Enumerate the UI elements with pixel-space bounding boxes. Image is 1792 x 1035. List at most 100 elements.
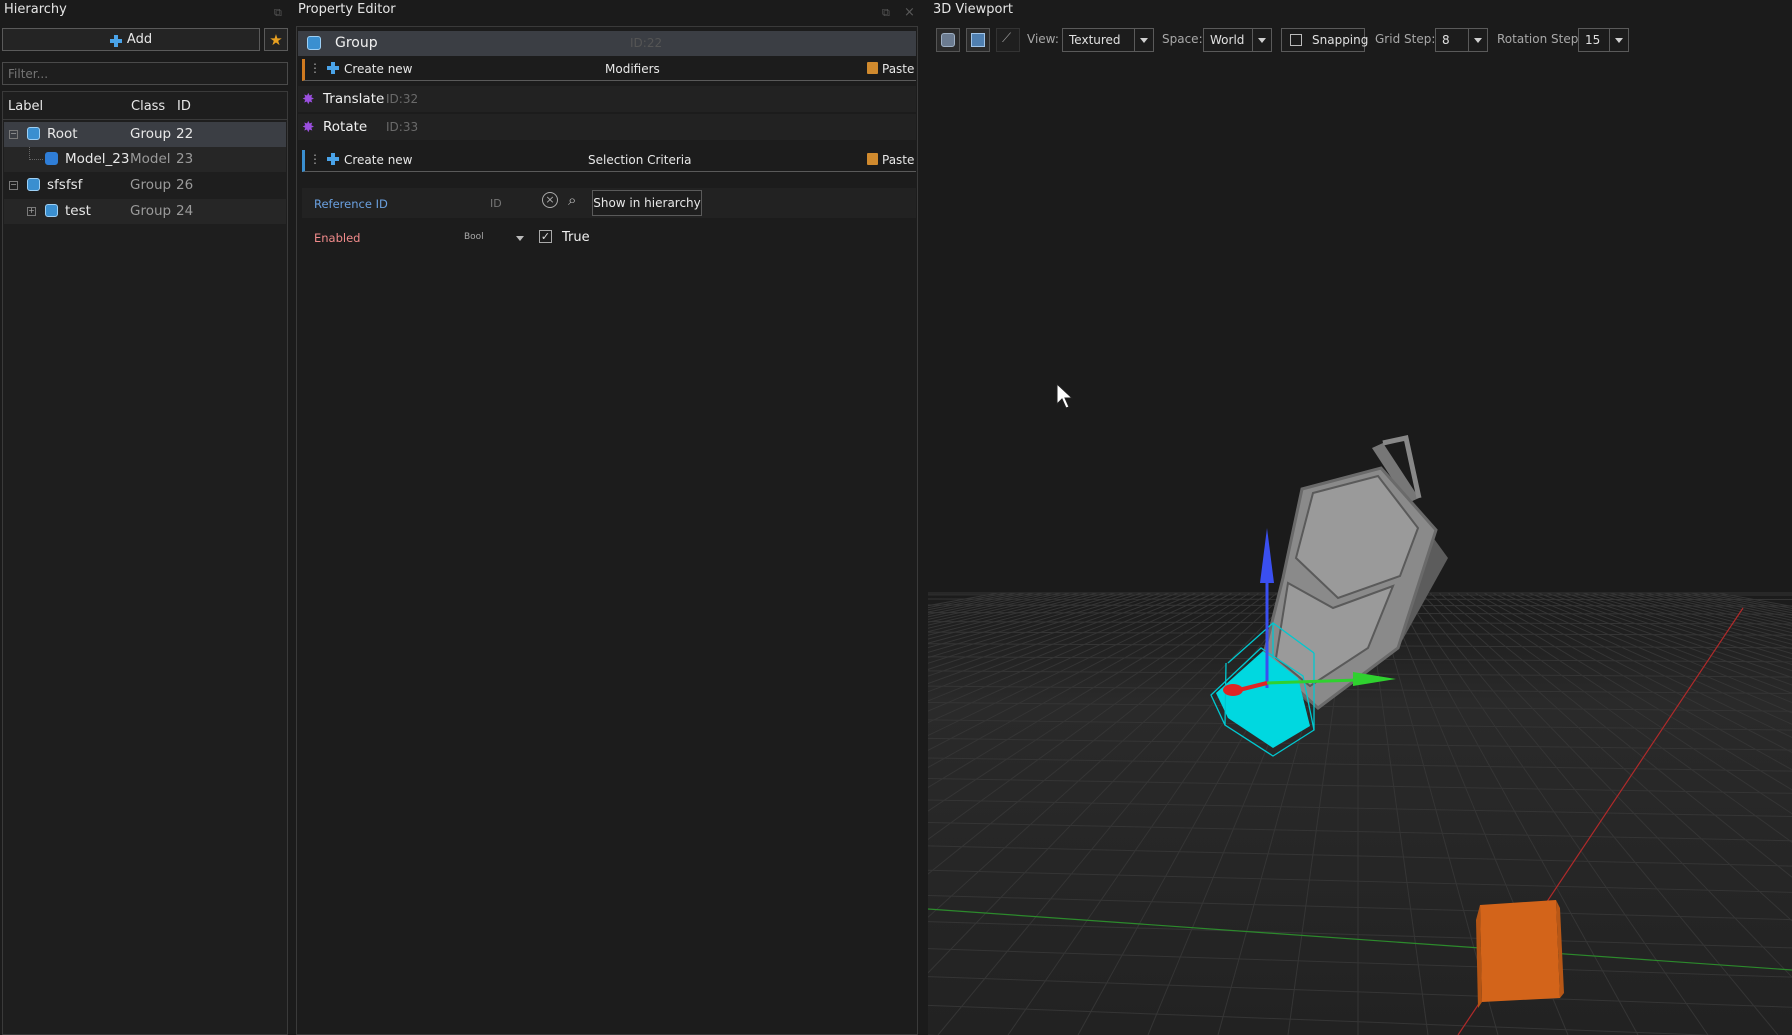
wireframe-view-button[interactable]: ⟋ (996, 28, 1020, 52)
space-value: World (1210, 33, 1245, 47)
model-icon (45, 152, 58, 165)
paste-label: Paste (882, 153, 915, 167)
group-icon (45, 204, 58, 217)
paste-icon (867, 153, 878, 165)
rotation-step-label: Rotation Step: (1497, 32, 1583, 46)
grid-step-select[interactable]: 8 (1435, 28, 1488, 52)
float-panel-icon[interactable]: ⧉ (274, 6, 282, 20)
create-label: Create new (344, 62, 413, 76)
space-select[interactable]: World (1203, 28, 1272, 52)
chevron-down-icon (1134, 29, 1153, 51)
rotation-step-select[interactable]: 15 (1578, 28, 1629, 52)
tree-row-test[interactable]: + test Group 24 (4, 199, 286, 224)
filter-input[interactable] (2, 62, 288, 85)
reference-label: Reference ID (314, 197, 388, 211)
group-icon (27, 178, 40, 191)
modifiers-section-label: Modifiers (605, 62, 660, 76)
snapping-toggle[interactable]: Snapping (1281, 28, 1369, 52)
shaded-view-button[interactable] (936, 28, 960, 52)
orange-box-model[interactable] (1476, 900, 1564, 1008)
row-class: Group (130, 177, 172, 193)
expand-icon[interactable]: + (27, 207, 36, 216)
row-class: Model (130, 151, 171, 167)
row-label: Model_23 (65, 151, 130, 167)
close-icon[interactable]: × (904, 5, 915, 20)
wireframe-icon: ⟋ (1002, 31, 1012, 46)
tree-row-root[interactable]: − Root Group 22 (4, 122, 286, 147)
star-icon: ★ (269, 30, 283, 49)
enabled-value: True (562, 230, 590, 245)
modifier-icon: ✸ (302, 90, 315, 108)
gizmo-x-handle[interactable] (1223, 684, 1243, 696)
column-label[interactable]: Label (8, 99, 43, 114)
favorites-button[interactable]: ★ (264, 28, 288, 51)
paste-label: Paste (882, 62, 915, 76)
modifier-id: ID:33 (386, 120, 419, 134)
view-select[interactable]: Textured (1062, 28, 1154, 52)
tree-row-sfsfsf[interactable]: − sfsfsf Group 26 (4, 173, 286, 198)
viewport-title: 3D Viewport (933, 2, 1013, 17)
cube-icon (941, 33, 955, 47)
row-label: sfsfsf (47, 177, 83, 193)
collapse-icon[interactable]: − (9, 130, 18, 139)
reference-row: Reference ID × ⌕ Show in hierarchy (302, 188, 916, 218)
viewport-panel: 3D Viewport ⟋ View: Textured Space: Worl… (924, 0, 1792, 1035)
type-select[interactable]: Bool (464, 232, 484, 242)
rotation-step-value: 15 (1585, 33, 1601, 47)
enabled-label: Enabled (314, 231, 361, 245)
row-class: Group (130, 203, 172, 219)
collapse-icon[interactable]: − (9, 181, 18, 190)
row-label: test (65, 203, 91, 219)
add-button[interactable]: Add (2, 28, 260, 51)
plus-icon (109, 34, 122, 47)
hierarchy-title: Hierarchy (4, 2, 67, 17)
modifier-label: Rotate (323, 119, 368, 135)
selection-section-label: Selection Criteria (588, 153, 692, 167)
reference-id-input[interactable] (486, 193, 538, 213)
paste-modifier-button[interactable]: Paste (867, 61, 914, 76)
group-header[interactable]: Group ID:22 (298, 31, 916, 56)
clear-icon[interactable]: × (542, 192, 558, 208)
property-editor-body (296, 26, 918, 1035)
chevron-down-icon (1609, 29, 1628, 51)
add-button-label: Add (126, 32, 153, 47)
chevron-down-icon[interactable] (516, 236, 524, 241)
selection-toolbar: ⋮ Create new Selection Criteria Paste (302, 150, 916, 172)
tree-header: Label Class ID (2, 93, 288, 120)
tree-row-model[interactable]: Model_23 Model 23 (4, 147, 286, 172)
float-panel-icon[interactable]: ⧉ (882, 6, 890, 20)
snapping-label: Snapping (1312, 33, 1369, 47)
snapping-checkbox[interactable] (1290, 34, 1302, 46)
drag-handle-icon[interactable]: ⋮ (309, 61, 321, 75)
modifier-item-translate[interactable]: ✸ Translate ID:32 (298, 86, 916, 112)
texture-view-button[interactable] (966, 28, 990, 52)
column-class[interactable]: Class (131, 99, 165, 114)
chevron-down-icon (1468, 29, 1487, 51)
create-modifier-button[interactable]: Create new (327, 61, 413, 76)
create-criteria-button[interactable]: Create new (327, 152, 413, 167)
drag-handle-icon[interactable]: ⋮ (309, 152, 321, 166)
column-id[interactable]: ID (177, 99, 191, 114)
create-label: Create new (344, 153, 413, 167)
modifier-item-rotate[interactable]: ✸ Rotate ID:33 (298, 114, 916, 140)
row-label: Root (47, 126, 78, 142)
view-label: View: (1027, 32, 1059, 46)
row-id: 24 (176, 203, 194, 219)
plus-icon (327, 153, 339, 165)
enabled-checkbox[interactable]: ✓ (539, 230, 552, 243)
modifier-id: ID:32 (386, 92, 419, 106)
modifiers-toolbar: ⋮ Create new Modifiers Paste (302, 59, 916, 81)
show-in-hierarchy-button[interactable]: Show in hierarchy (592, 190, 702, 216)
enabled-row: Enabled Bool ✓ True (302, 222, 916, 252)
row-class: Group (130, 126, 172, 142)
grid-step-label: Grid Step: (1375, 32, 1436, 46)
paste-criteria-button[interactable]: Paste (867, 152, 914, 167)
search-icon[interactable]: ⌕ (568, 191, 576, 209)
modifier-label: Translate (323, 91, 385, 107)
group-id: ID:22 (630, 36, 663, 50)
group-icon (307, 36, 321, 50)
scene-canvas[interactable] (928, 58, 1792, 1035)
space-label: Space: (1162, 32, 1203, 46)
row-id: 23 (176, 151, 194, 167)
row-id: 22 (176, 126, 194, 142)
